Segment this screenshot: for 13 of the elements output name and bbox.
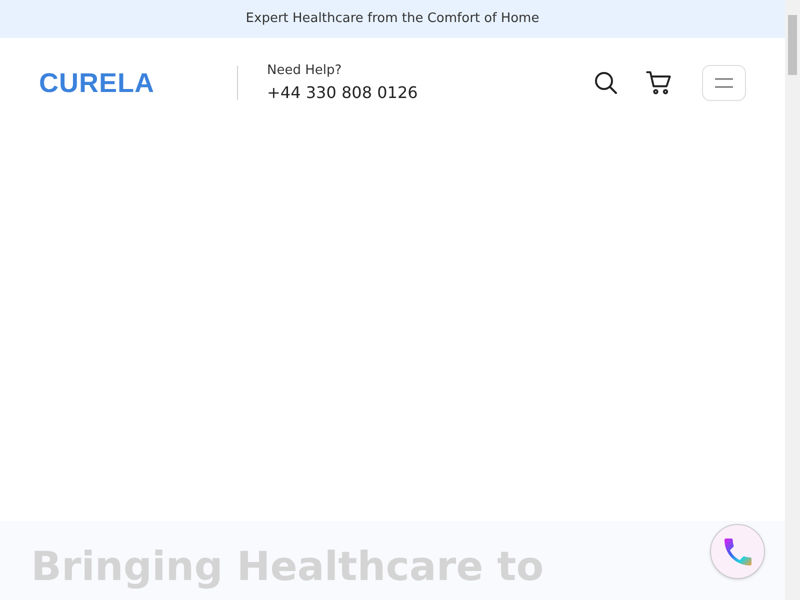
scrollbar-thumb[interactable] bbox=[788, 15, 797, 75]
call-button[interactable] bbox=[710, 524, 765, 579]
menu-button[interactable] bbox=[702, 65, 746, 101]
phone-link[interactable]: +44 330 808 0126 bbox=[267, 80, 418, 105]
search-icon bbox=[594, 71, 618, 95]
menu-icon bbox=[714, 78, 734, 88]
scrollbar[interactable] bbox=[785, 0, 800, 600]
cart-icon bbox=[646, 70, 672, 96]
announcement-text: Expert Healthcare from the Comfort of Home bbox=[246, 10, 540, 28]
search-button[interactable] bbox=[594, 71, 618, 95]
cart-button[interactable] bbox=[646, 70, 672, 96]
logo[interactable]: CURELA bbox=[39, 62, 237, 104]
help-label: Need Help? bbox=[267, 62, 343, 80]
